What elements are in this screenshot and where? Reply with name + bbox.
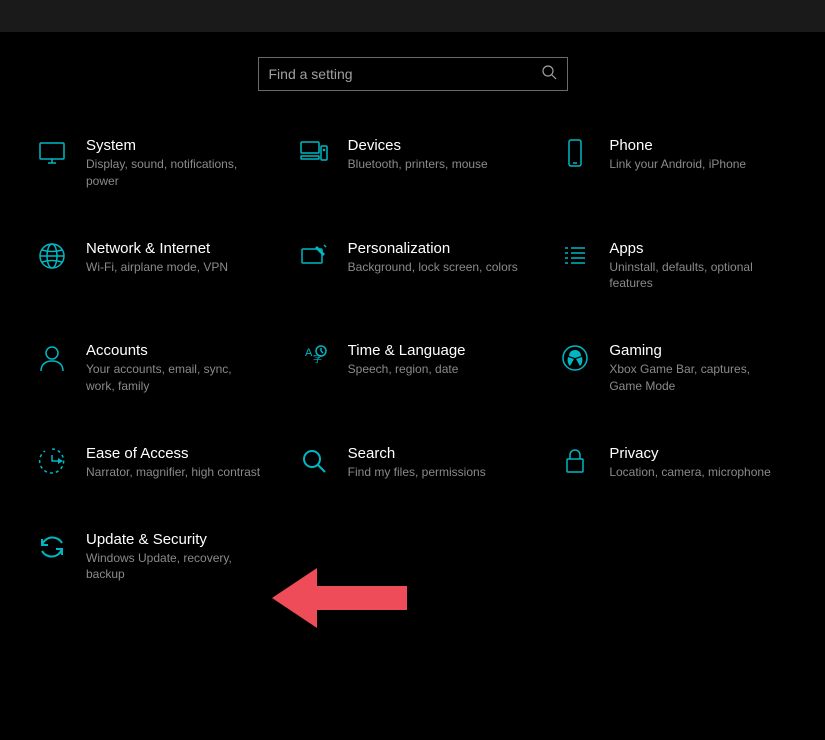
search-box[interactable] bbox=[258, 57, 568, 91]
tile-apps[interactable]: Apps Uninstall, defaults, optional featu… bbox=[553, 234, 795, 297]
devices-icon bbox=[296, 135, 332, 171]
system-icon bbox=[34, 135, 70, 171]
tile-desc: Wi-Fi, airplane mode, VPN bbox=[86, 259, 228, 276]
phone-icon bbox=[557, 135, 593, 171]
lock-icon bbox=[557, 443, 593, 479]
search-category-icon bbox=[296, 443, 332, 479]
tile-desc: Location, camera, microphone bbox=[609, 464, 770, 481]
tile-title: Time & Language bbox=[348, 342, 466, 359]
tile-title: Update & Security bbox=[86, 531, 261, 548]
apps-icon bbox=[557, 238, 593, 274]
ease-of-access-icon bbox=[34, 443, 70, 479]
tile-title: Search bbox=[348, 445, 486, 462]
tile-title: Network & Internet bbox=[86, 240, 228, 257]
time-language-icon: A 字 bbox=[296, 340, 332, 376]
personalization-icon bbox=[296, 238, 332, 274]
tile-title: Ease of Access bbox=[86, 445, 260, 462]
tile-desc: Narrator, magnifier, high contrast bbox=[86, 464, 260, 481]
globe-icon bbox=[34, 238, 70, 274]
tile-desc: Windows Update, recovery, backup bbox=[86, 550, 261, 584]
tile-accounts[interactable]: Accounts Your accounts, email, sync, wor… bbox=[30, 336, 272, 399]
tile-title: Accounts bbox=[86, 342, 261, 359]
search-input[interactable] bbox=[269, 66, 541, 82]
tile-title: Phone bbox=[609, 137, 746, 154]
accounts-icon bbox=[34, 340, 70, 376]
tile-system[interactable]: System Display, sound, notifications, po… bbox=[30, 131, 272, 194]
tile-title: Personalization bbox=[348, 240, 518, 257]
settings-grid: System Display, sound, notifications, po… bbox=[0, 131, 825, 587]
titlebar bbox=[0, 0, 825, 32]
tile-title: Apps bbox=[609, 240, 784, 257]
tile-time-language[interactable]: A 字 Time & Language Speech, region, date bbox=[292, 336, 534, 399]
gaming-icon bbox=[557, 340, 593, 376]
tile-desc: Bluetooth, printers, mouse bbox=[348, 156, 488, 173]
tile-title: Devices bbox=[348, 137, 488, 154]
tile-phone[interactable]: Phone Link your Android, iPhone bbox=[553, 131, 795, 194]
svg-text:A: A bbox=[305, 347, 313, 359]
tile-ease-of-access[interactable]: Ease of Access Narrator, magnifier, high… bbox=[30, 439, 272, 485]
tile-devices[interactable]: Devices Bluetooth, printers, mouse bbox=[292, 131, 534, 194]
tile-desc: Link your Android, iPhone bbox=[609, 156, 746, 173]
tile-desc: Your accounts, email, sync, work, family bbox=[86, 361, 261, 395]
update-icon bbox=[34, 529, 70, 565]
tile-gaming[interactable]: Gaming Xbox Game Bar, captures, Game Mod… bbox=[553, 336, 795, 399]
tile-desc: Background, lock screen, colors bbox=[348, 259, 518, 276]
tile-desc: Speech, region, date bbox=[348, 361, 466, 378]
tile-title: Gaming bbox=[609, 342, 784, 359]
tile-privacy[interactable]: Privacy Location, camera, microphone bbox=[553, 439, 795, 485]
tile-desc: Xbox Game Bar, captures, Game Mode bbox=[609, 361, 784, 395]
tile-desc: Uninstall, defaults, optional features bbox=[609, 259, 784, 293]
tile-title: Privacy bbox=[609, 445, 770, 462]
tile-personalization[interactable]: Personalization Background, lock screen,… bbox=[292, 234, 534, 297]
tile-update-security[interactable]: Update & Security Windows Update, recove… bbox=[30, 525, 272, 588]
tile-network[interactable]: Network & Internet Wi-Fi, airplane mode,… bbox=[30, 234, 272, 297]
tile-search[interactable]: Search Find my files, permissions bbox=[292, 439, 534, 485]
search-container bbox=[0, 57, 825, 91]
tile-title: System bbox=[86, 137, 261, 154]
search-icon bbox=[541, 64, 557, 85]
tile-desc: Display, sound, notifications, power bbox=[86, 156, 261, 190]
tile-desc: Find my files, permissions bbox=[348, 464, 486, 481]
